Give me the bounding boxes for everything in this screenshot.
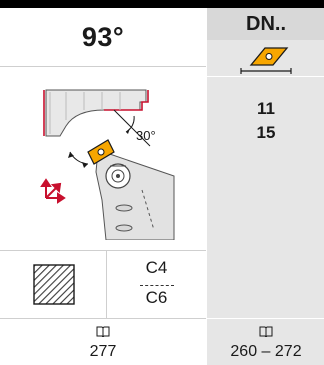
insert-shape-cell [206,40,324,76]
page-ref-left: 277 [0,319,206,365]
size-value: 15 [256,123,276,142]
divider [0,66,206,67]
page-ref-text: 277 [89,343,117,360]
insert-series-label: DN.. [206,8,324,40]
hatch-pattern-icon [33,264,75,305]
right-lower-cell [206,250,324,318]
clearance-angle-label: 30° [136,128,156,143]
grade-top: C4 [145,258,168,277]
grade-divider [140,285,174,286]
page-ref-text: 260 – 272 [230,343,302,360]
book-icon [207,324,324,342]
grade-bottom: C6 [145,288,168,307]
diamond-insert-icon [240,47,292,74]
material-hatch-cell [0,250,106,318]
insert-sizes: 11 15 [206,77,324,250]
page-ref-right: 260 – 272 [206,319,324,365]
top-bar [0,0,324,8]
grade-cell: C4 C6 [107,250,206,318]
approach-angle: 93° [81,21,125,52]
toolholder-drawing: 30° [40,89,175,240]
size-value: 11 [257,99,275,118]
book-icon [0,324,206,342]
